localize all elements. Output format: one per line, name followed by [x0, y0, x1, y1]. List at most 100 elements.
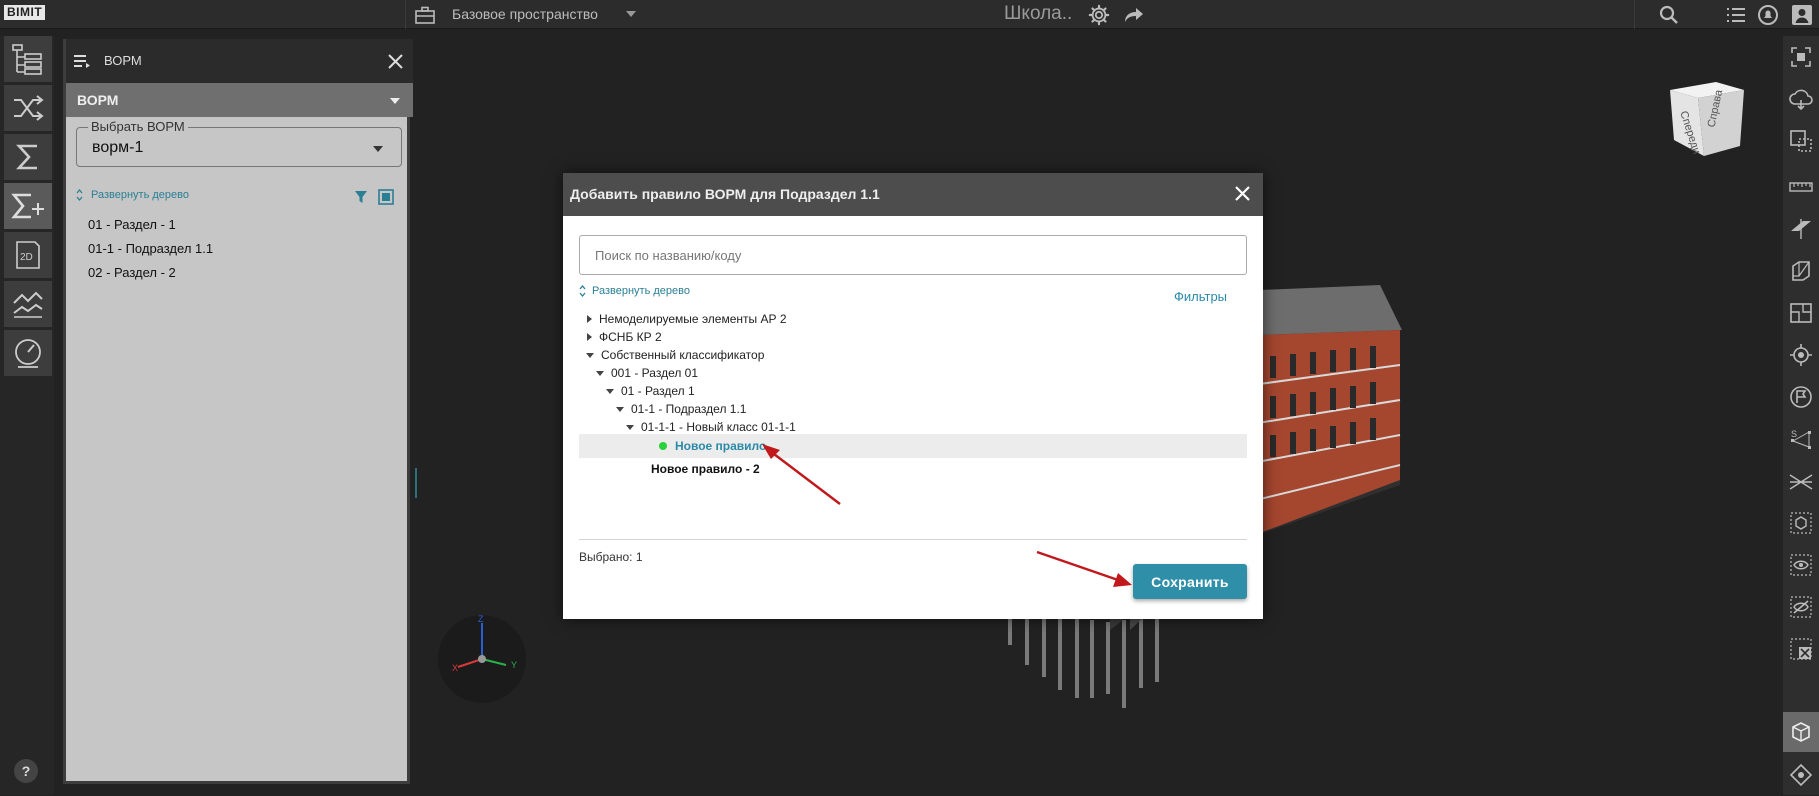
section-box-button[interactable] [1783, 120, 1819, 162]
expand-tree-toggle[interactable]: Развернуть дерево [579, 285, 690, 297]
target-icon [1790, 344, 1812, 366]
show-button[interactable] [1783, 544, 1819, 586]
axis-label: Y [511, 660, 517, 670]
expand-icon [76, 189, 83, 201]
floor-plan-button[interactable] [1783, 292, 1819, 334]
chevron-down-icon[interactable] [626, 11, 636, 17]
expand-label: Развернуть дерево [592, 285, 690, 297]
selected-count: Выбрано: 1 [579, 550, 643, 564]
rule-item-selected[interactable]: Новое правило [579, 434, 1247, 458]
chevron-down-icon[interactable] [586, 352, 594, 358]
rule-item[interactable]: Новое правило - 2 [579, 459, 1247, 479]
plane-cut-button[interactable] [1783, 208, 1819, 250]
clear-selection-icon [1790, 638, 1812, 660]
clear-button[interactable] [1783, 628, 1819, 670]
tree-node[interactable]: Немоделируемые элементы АР 2 [579, 310, 1247, 328]
notification-icon[interactable] [1756, 3, 1780, 27]
section-header[interactable]: ВОРМ [66, 83, 413, 117]
resize-handle[interactable] [415, 468, 417, 498]
locate-button[interactable] [1783, 334, 1819, 376]
floor-plan-icon [1790, 303, 1812, 323]
select-value: ворм-1 [92, 139, 144, 156]
sigma-icon [16, 144, 37, 170]
model-tree-button[interactable] [4, 36, 52, 82]
vorm-panel: ВОРМ ВОРМ Выбрать ВОРМ ворм-1 Развернуть… [63, 39, 413, 784]
chevron-down-icon[interactable] [606, 388, 614, 394]
snap-points-icon: S [1791, 429, 1811, 449]
sigma-plus-icon [11, 193, 44, 219]
filters-link[interactable]: Фильтры [1174, 289, 1227, 304]
chevron-right-icon[interactable] [587, 315, 592, 323]
tree-node[interactable]: ФСНБ КР 2 [579, 328, 1247, 346]
close-icon[interactable] [388, 54, 403, 69]
chevron-down-icon[interactable] [626, 424, 634, 430]
chevron-down-icon[interactable] [616, 406, 624, 412]
ruler-icon [1789, 182, 1813, 192]
panel-tree: 01 - Раздел - 1 01-1 - Подраздел 1.1 02 … [88, 213, 213, 285]
chevron-down-icon [390, 98, 400, 104]
divider [405, 0, 406, 29]
app-logo: BIMIT [4, 5, 46, 20]
section-box-icon [1790, 130, 1812, 152]
chevron-right-icon[interactable] [587, 333, 592, 341]
orbit-button[interactable] [1783, 754, 1819, 796]
close-icon[interactable] [1234, 185, 1251, 202]
hide-button[interactable] [1783, 586, 1819, 628]
gear-icon[interactable] [1086, 2, 1112, 28]
flag-icon [1790, 386, 1812, 408]
project-title: Школа.. [1004, 3, 1073, 24]
tree-node[interactable]: 01-1 - Подраздел 1.1 [579, 400, 1247, 418]
2d-view-button[interactable]: 2D [4, 232, 52, 278]
svg-text:S: S [1791, 429, 1797, 439]
divider [1634, 0, 1635, 29]
flag-button[interactable] [1783, 376, 1819, 418]
dashboard-button[interactable] [4, 330, 52, 376]
vorm-select[interactable]: Выбрать ВОРМ ворм-1 [76, 119, 402, 167]
search-input[interactable] [579, 235, 1247, 275]
clash-button[interactable] [1783, 460, 1819, 502]
box-cut-button[interactable] [1783, 250, 1819, 292]
list-icon[interactable] [1724, 3, 1748, 27]
tree-item[interactable]: 01 - Раздел - 1 [88, 213, 213, 237]
share-icon[interactable] [1122, 3, 1146, 27]
expand-tree-toggle[interactable]: Развернуть дерево [76, 189, 189, 201]
chevron-down-icon[interactable] [596, 370, 604, 376]
isolate-button[interactable] [1783, 502, 1819, 544]
orbit-icon [1789, 763, 1813, 787]
ghost-button[interactable] [1783, 712, 1819, 752]
tree-node[interactable]: Собственный классификатор [579, 346, 1247, 364]
panel-header: ВОРМ [66, 39, 413, 83]
selected-dot-icon [659, 442, 667, 450]
tree-node[interactable]: 01 - Раздел 1 [579, 382, 1247, 400]
sum-button[interactable] [4, 134, 52, 180]
divider [579, 539, 1247, 540]
save-button[interactable]: Сохранить [1133, 564, 1247, 599]
sum-add-button[interactable] [4, 183, 52, 229]
tree-item[interactable]: 02 - Раздел - 2 [88, 261, 213, 285]
chart-button[interactable] [4, 281, 52, 327]
focus-button[interactable] [1783, 36, 1819, 78]
briefcase-icon[interactable] [414, 4, 436, 26]
box-cut-icon [1792, 261, 1810, 281]
tree-item[interactable]: 01-1 - Подраздел 1.1 [88, 237, 213, 261]
add-rule-dialog: Добавить правило ВОРМ для Подраздел 1.1 … [563, 173, 1263, 619]
left-toolbar: 2D ? [0, 36, 54, 795]
measure-button[interactable] [1783, 166, 1819, 208]
menu-icon[interactable] [74, 54, 90, 68]
gauge-icon [15, 339, 41, 368]
isolate-icon [1790, 512, 1812, 534]
nav-cube[interactable]: Спереди Справа [1664, 78, 1750, 160]
help-button[interactable]: ? [14, 759, 38, 783]
cloud-button[interactable] [1783, 78, 1819, 120]
panel-title: ВОРМ [104, 53, 142, 68]
select-label: Выбрать ВОРМ [88, 119, 188, 134]
filter-icon[interactable] [354, 190, 368, 204]
shuffle-button[interactable] [4, 85, 52, 131]
workspace-selector[interactable]: Базовое пространство [452, 4, 598, 24]
select-all-icon[interactable] [378, 189, 394, 205]
user-icon[interactable] [1790, 3, 1814, 27]
expand-label: Развернуть дерево [91, 189, 189, 201]
search-icon[interactable] [1657, 3, 1681, 27]
tree-node[interactable]: 001 - Раздел 01 [579, 364, 1247, 382]
snap-button[interactable]: S [1783, 418, 1819, 460]
